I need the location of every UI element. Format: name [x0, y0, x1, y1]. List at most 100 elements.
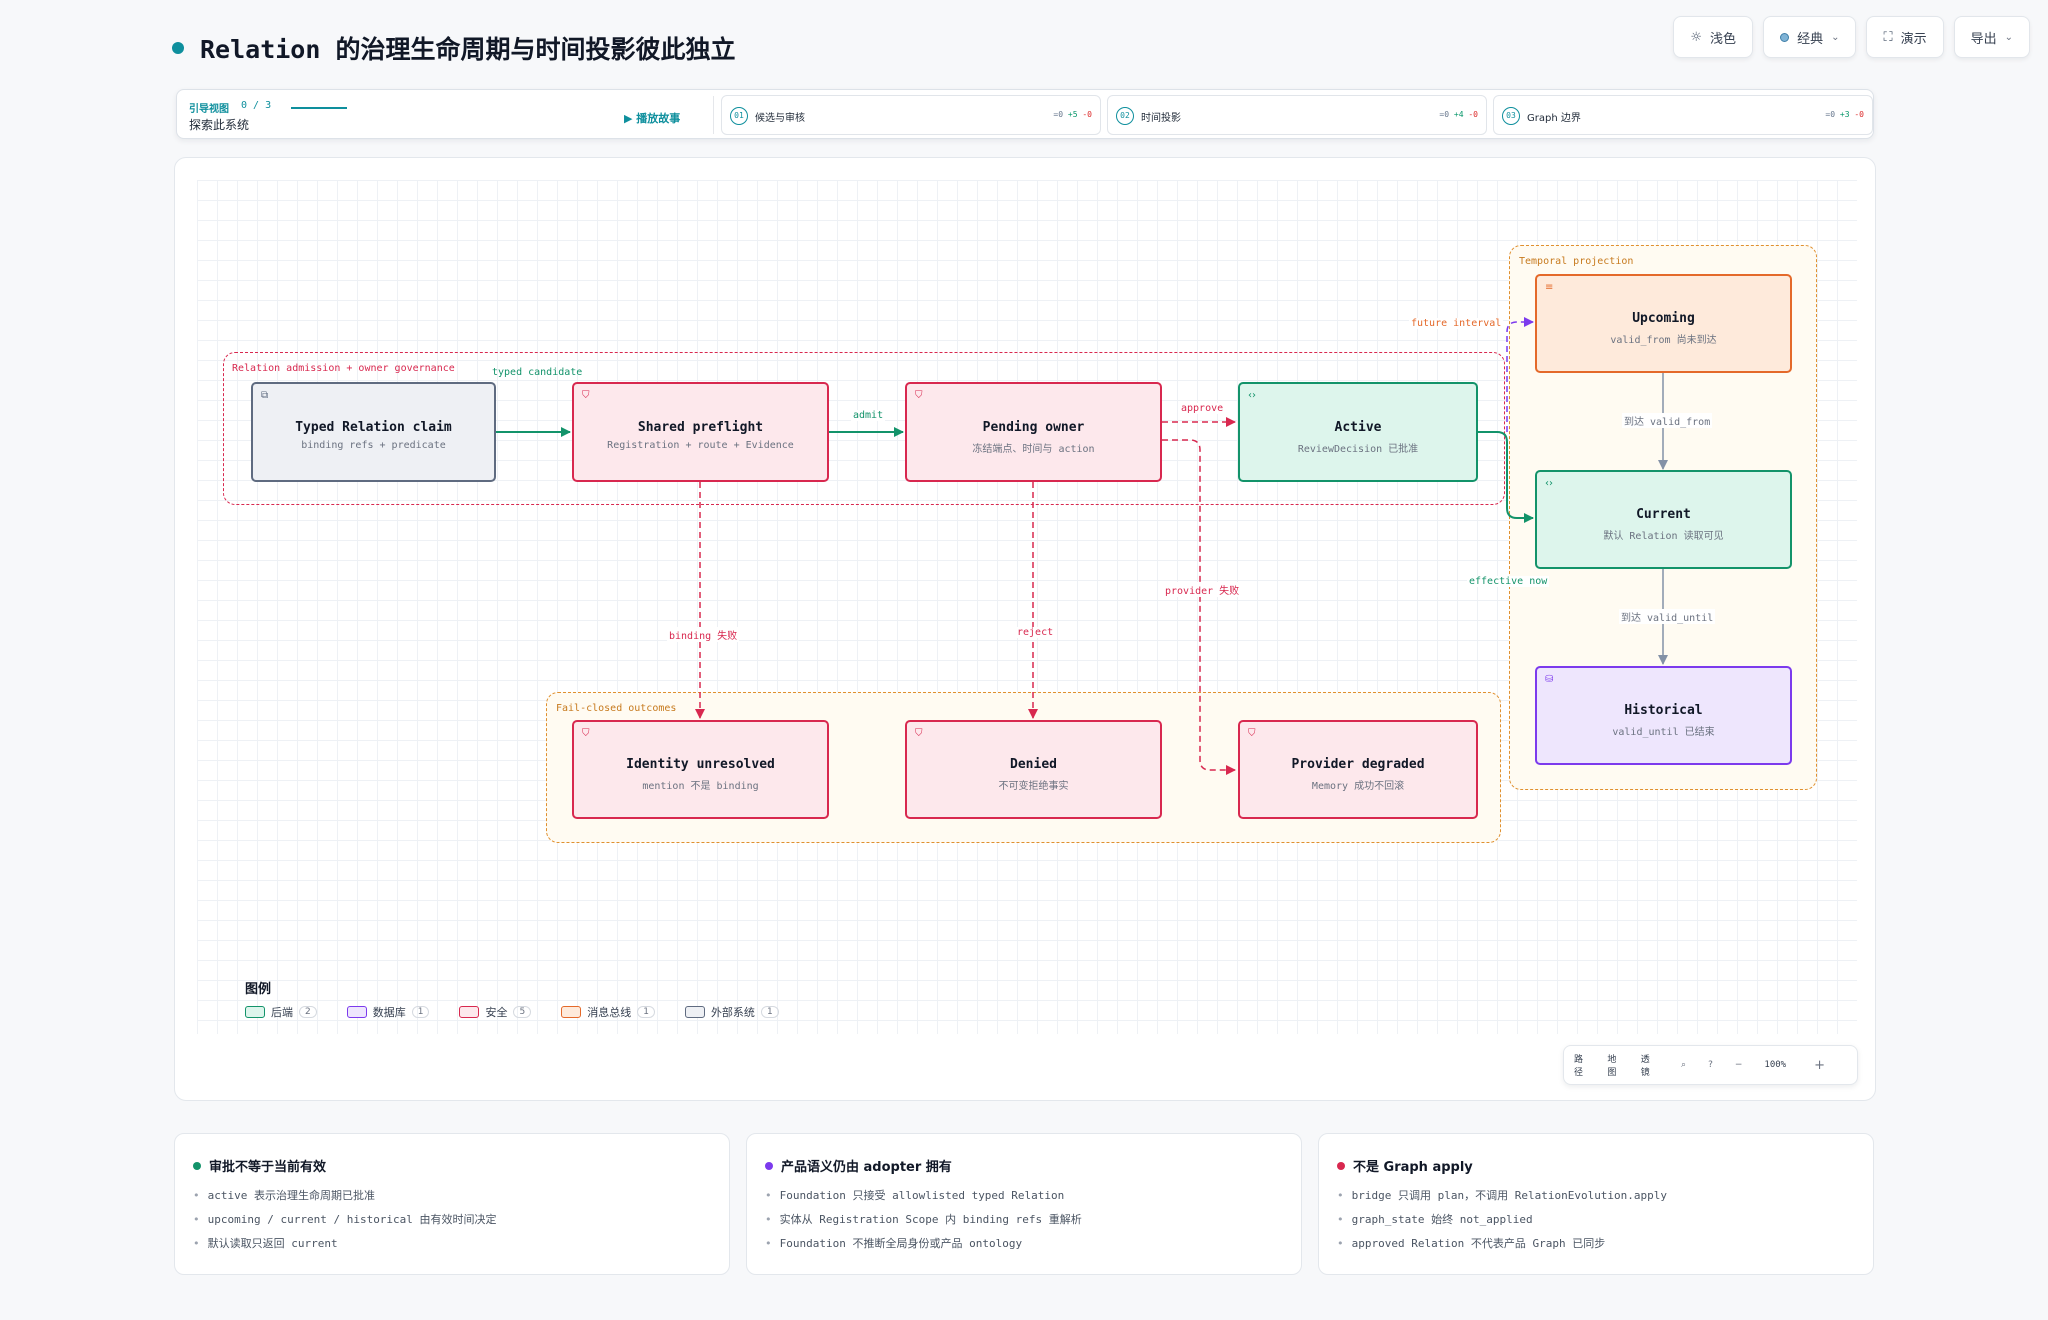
legend-swatch	[346, 1006, 367, 1018]
legend-count: 1	[411, 1006, 430, 1018]
node-title: Current	[1636, 507, 1691, 522]
card-list-item: Foundation 只接受 allowlisted typed Relatio…	[765, 1187, 1283, 1203]
shield-icon: ⛉	[915, 390, 923, 401]
node-shared-preflight[interactable]: ⛉ Shared preflight Registration + route …	[572, 382, 829, 482]
legend-item-security[interactable]: 安全 5	[459, 1004, 532, 1020]
queue-icon: ≡	[1545, 282, 1554, 293]
edges-layer	[496, 317, 1668, 775]
edge-provider-fail	[1162, 439, 1236, 775]
node-pending-owner[interactable]: ⛉ Pending owner 冻结端点、时间与 action	[905, 382, 1162, 482]
card-list-item: approved Relation 不代表产品 Graph 已同步	[1337, 1235, 1855, 1251]
legend-swatch	[684, 1006, 705, 1018]
card-list-item: graph_state 始终 not_applied	[1337, 1211, 1855, 1227]
card-title: 审批不等于当前有效	[193, 1156, 711, 1175]
node-title: Historical	[1624, 703, 1703, 718]
node-subtitle: binding refs + predicate	[301, 440, 446, 451]
info-card-graph: 不是 Graph apply bridge 只调用 plan，不调用 Relat…	[1318, 1133, 1874, 1275]
edge-label-reach-until: 到达 valid_until	[1619, 609, 1716, 624]
edge-effective-now	[1478, 431, 1534, 523]
node-title: Provider degraded	[1291, 757, 1425, 772]
node-provider-degraded[interactable]: ⛉ Provider degraded Memory 成功不回滚	[1238, 720, 1478, 819]
external-link-icon: ⧉	[261, 390, 269, 401]
edge-label-typed-candidate: typed candidate	[492, 367, 583, 378]
card-list: active 表示治理生命周期已批准 upcoming / current / …	[193, 1187, 711, 1251]
legend-count: 2	[299, 1006, 317, 1018]
legend-count: 1	[760, 1006, 779, 1018]
legend: 后端 2 数据库 1 安全 5 消息总线 1 外部系统 1	[245, 1004, 779, 1020]
card-title-text: 产品语义仍由 adopter 拥有	[781, 1160, 952, 1175]
node-identity-unresolved[interactable]: ⛉ Identity unresolved mention 不是 binding	[572, 720, 829, 819]
edge-label-binding-fail: binding 失败	[667, 627, 740, 642]
node-subtitle: 默认 Relation 读取可见	[1603, 531, 1724, 542]
node-current[interactable]: ‹› Current 默认 Relation 读取可见	[1535, 470, 1792, 569]
node-subtitle: ReviewDecision 已批准	[1297, 444, 1419, 455]
node-active[interactable]: ‹› Active ReviewDecision 已批准	[1238, 382, 1478, 482]
card-list-item: bridge 只调用 plan，不调用 RelationEvolution.ap…	[1337, 1187, 1855, 1203]
legend-swatch	[245, 1006, 265, 1018]
node-denied[interactable]: ⛉ Denied 不可变拒绝事实	[905, 720, 1162, 819]
lens-button[interactable]: 透镜	[1641, 1052, 1657, 1078]
map-button[interactable]: 地图	[1607, 1052, 1623, 1078]
node-subtitle: 不可变拒绝事实	[998, 781, 1069, 792]
node-subtitle: Registration + route + Evidence	[607, 440, 794, 451]
edge-future-interval	[1506, 317, 1534, 432]
legend-title: 图例	[245, 982, 272, 997]
node-title: Shared preflight	[637, 420, 764, 435]
code-icon: ‹›	[1545, 478, 1553, 489]
code-icon: ‹›	[1248, 390, 1256, 401]
edge-label-admit: admit	[851, 410, 886, 421]
card-list-item: active 表示治理生命周期已批准	[193, 1187, 711, 1203]
legend-item-message-bus[interactable]: 消息总线 1	[561, 1004, 655, 1020]
card-title: 不是 Graph apply	[1337, 1156, 1855, 1175]
edge-label-reach-from: 到达 valid_from	[1622, 413, 1713, 428]
shield-icon: ⛉	[915, 728, 923, 739]
node-typed-relation-claim[interactable]: ⧉ Typed Relation claim binding refs + pr…	[251, 382, 496, 482]
legend-swatch	[561, 1006, 582, 1018]
legend-label: 消息总线	[587, 1006, 632, 1019]
node-title: Denied	[1010, 757, 1057, 772]
legend-count: 1	[637, 1006, 655, 1018]
card-dot	[193, 1161, 201, 1170]
legend-label: 外部系统	[710, 1006, 755, 1019]
node-subtitle: mention 不是 binding	[642, 781, 759, 792]
node-upcoming[interactable]: ≡ Upcoming valid_from 尚未到达	[1535, 274, 1792, 373]
search-icon[interactable]: ⌕	[1681, 1060, 1686, 1070]
card-list: bridge 只调用 plan，不调用 RelationEvolution.ap…	[1337, 1187, 1855, 1251]
card-list: Foundation 只接受 allowlisted typed Relatio…	[765, 1187, 1283, 1251]
edge-label-future-interval: future interval	[1409, 318, 1504, 329]
zoom-out-icon[interactable]: −	[1735, 1060, 1743, 1070]
node-historical[interactable]: ⛁ Historical valid_until 已结束	[1535, 666, 1792, 765]
shield-icon: ⛉	[582, 390, 590, 401]
zoom-in-icon[interactable]: +	[1814, 1058, 1825, 1073]
edge-label-approve: approve	[1179, 403, 1226, 414]
node-subtitle: Memory 成功不回滚	[1311, 781, 1405, 792]
legend-swatch	[459, 1006, 480, 1018]
legend-label: 数据库	[372, 1006, 406, 1019]
edge-label-reject: reject	[1015, 627, 1056, 638]
legend-item-backend[interactable]: 后端 2	[245, 1004, 317, 1020]
node-title: Pending owner	[982, 420, 1085, 435]
zoom-controls: 路径 地图 透镜 ⌕ ? − 100% +	[1563, 1045, 1858, 1085]
card-title-text: 不是 Graph apply	[1353, 1160, 1473, 1175]
node-title: Typed Relation claim	[295, 420, 452, 435]
legend-label: 后端	[271, 1006, 293, 1019]
card-list-item: upcoming / current / historical 由有效时间决定	[193, 1211, 711, 1227]
legend-item-external[interactable]: 外部系统 1	[684, 1004, 779, 1020]
info-card-semantics: 产品语义仍由 adopter 拥有 Foundation 只接受 allowli…	[746, 1133, 1302, 1275]
card-list-item: Foundation 不推断全局身份或产品 ontology	[765, 1235, 1283, 1251]
node-subtitle: valid_until 已结束	[1612, 727, 1715, 738]
card-title: 产品语义仍由 adopter 拥有	[765, 1156, 1283, 1175]
node-subtitle: 冻结端点、时间与 action	[972, 444, 1095, 455]
shield-icon: ⛉	[1248, 728, 1256, 739]
info-card-approval: 审批不等于当前有效 active 表示治理生命周期已批准 upcoming / …	[174, 1133, 730, 1275]
card-list-item: 实体从 Registration Scope 内 binding refs 重解…	[765, 1211, 1283, 1227]
card-title-text: 审批不等于当前有效	[209, 1160, 327, 1175]
legend-count: 5	[513, 1006, 532, 1018]
card-list-item: 默认读取只返回 current	[193, 1235, 711, 1251]
path-button[interactable]: 路径	[1574, 1052, 1590, 1078]
card-dot	[765, 1161, 773, 1170]
legend-label: 安全	[485, 1006, 508, 1019]
card-dot	[1337, 1161, 1345, 1170]
help-icon[interactable]: ?	[1708, 1060, 1713, 1070]
legend-item-database[interactable]: 数据库 1	[346, 1004, 430, 1020]
